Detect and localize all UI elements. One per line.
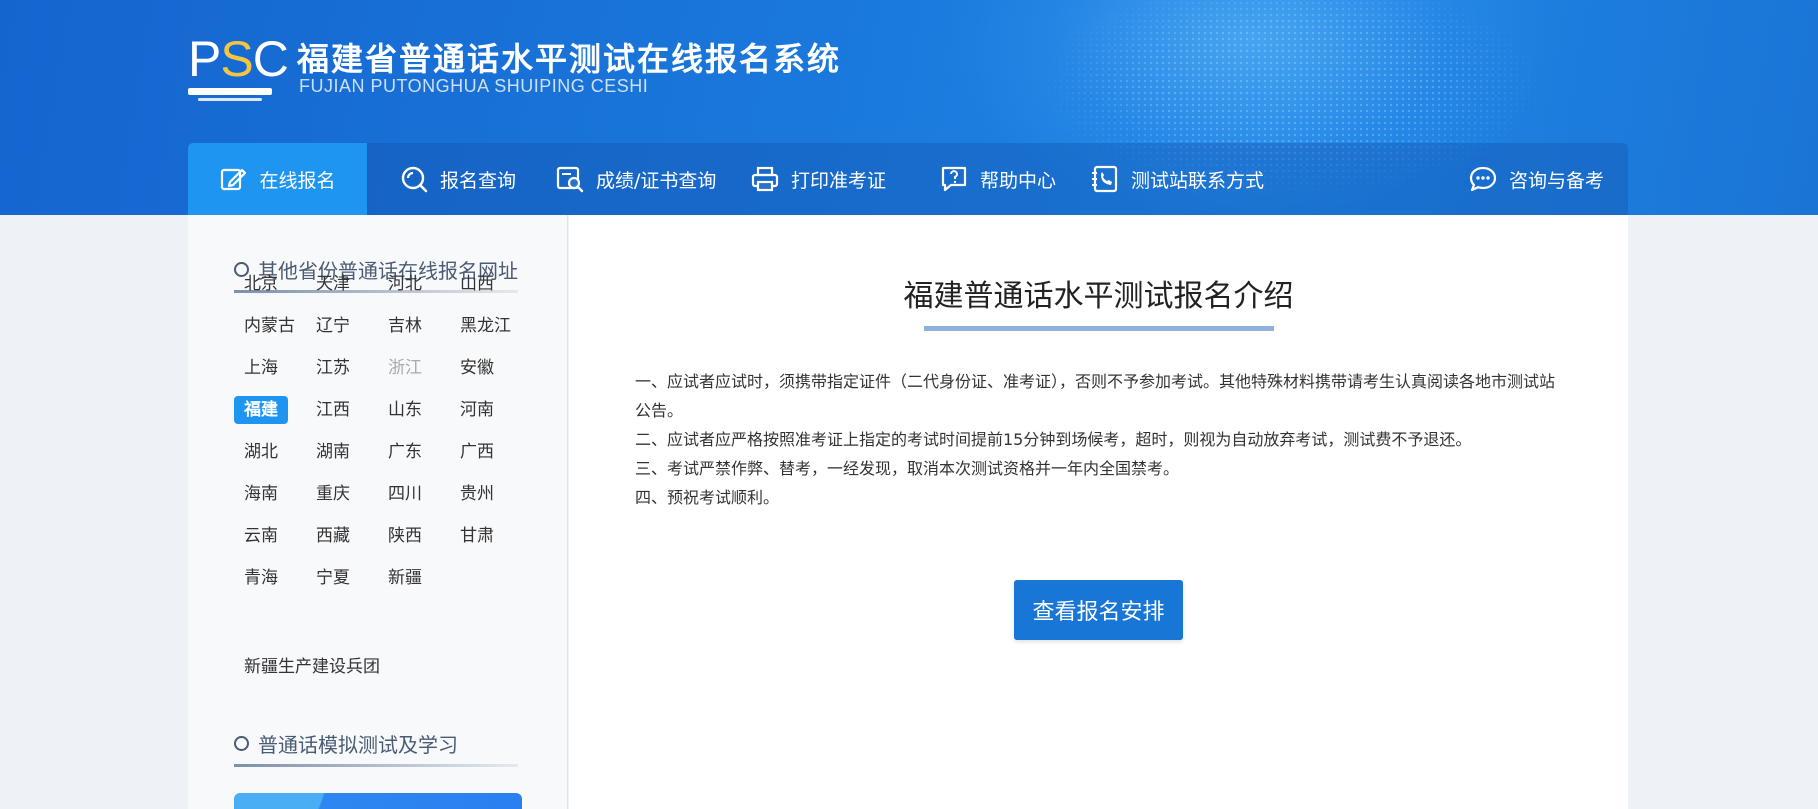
section-divider [234, 764, 518, 767]
nav-help-center[interactable]: 帮助中心 [940, 143, 1056, 215]
province-link[interactable]: 广东 [378, 438, 432, 466]
printer-icon [751, 165, 779, 193]
province-link[interactable]: 辽宁 [306, 312, 360, 340]
notice-item: 四、预祝考试顺利。 [635, 488, 780, 507]
nav-label: 打印准考证 [791, 169, 887, 192]
province-link[interactable]: 云南 [234, 522, 288, 550]
page-title: 福建普通话水平测试报名介绍 [903, 279, 1294, 314]
province-link[interactable]: 青海 [234, 564, 288, 592]
logo-book-bar-small [198, 98, 262, 101]
logo-book-bar [188, 88, 272, 95]
nav-online-registration[interactable]: 在线报名 [188, 143, 367, 215]
province-link[interactable]: 河北 [378, 270, 432, 298]
title-underline [924, 326, 1274, 331]
nav-print-admission-ticket[interactable]: 打印准考证 [751, 143, 886, 215]
province-link[interactable]: 新疆 [378, 564, 432, 592]
nav-label: 报名查询 [440, 169, 517, 192]
province-link[interactable]: 贵州 [450, 480, 504, 508]
province-link[interactable]: 上海 [234, 354, 288, 382]
section-title: 普通话模拟测试及学习 [258, 733, 458, 757]
sidebar: 其他省份普通话在线报名网址 北京 天津 河北 山西 内蒙古 辽宁 吉林 黑龙江 上海 江苏 浙江 安徽… [188, 215, 568, 809]
main-nav: 在线报名 报名查询 成绩/证书查询 打印准考证 帮助中心 测试站联系方式 咨询与… [188, 143, 1628, 215]
edit-icon [219, 165, 247, 193]
nav-score-certificate-query[interactable]: 成绩/证书查询 [556, 143, 716, 215]
province-link[interactable]: 江西 [306, 396, 360, 424]
province-link[interactable]: 江苏 [306, 354, 360, 382]
search-icon [400, 165, 428, 193]
nav-label: 测试站联系方式 [1131, 169, 1265, 192]
view-schedule-button[interactable]: 查看报名安排 [1014, 580, 1183, 640]
psc-logo[interactable]: PSC [188, 31, 289, 101]
certificate-search-icon [556, 165, 584, 193]
notice-list: 一、应试者应试时，须携带指定证件（二代身份证、准考证），否则不予参加考试。其他特… [635, 367, 1565, 512]
province-link[interactable]: 福建 [234, 396, 288, 424]
province-link[interactable]: 天津 [306, 270, 360, 298]
nav-label: 在线报名 [259, 169, 336, 192]
province-link[interactable]: 浙江 [378, 354, 432, 382]
nav-label: 咨询与备考 [1509, 169, 1605, 192]
province-link[interactable]: 山东 [378, 396, 432, 424]
circle-bullet-icon [234, 736, 249, 751]
section-heading-mock-test: 普通话模拟测试及学习 [234, 729, 458, 758]
province-link[interactable]: 北京 [234, 270, 288, 298]
province-link[interactable]: 黑龙江 [450, 312, 521, 340]
province-link[interactable]: 西藏 [306, 522, 360, 550]
province-link[interactable]: 宁夏 [306, 564, 360, 592]
nav-consult-prep[interactable]: 咨询与备考 [1469, 143, 1604, 215]
phone-book-icon [1091, 165, 1119, 193]
province-link[interactable]: 四川 [378, 480, 432, 508]
province-link[interactable]: 山西 [450, 270, 504, 298]
province-link[interactable]: 重庆 [306, 480, 360, 508]
site-header: PSC 福建省普通话水平测试在线报名系统 FUJIAN PUTONGHUA SH… [0, 0, 1818, 215]
nav-station-contacts[interactable]: 测试站联系方式 [1091, 143, 1264, 215]
nav-label: 成绩/证书查询 [596, 169, 717, 192]
province-link-xinjiang-corps[interactable]: 新疆生产建设兵团 [234, 653, 390, 681]
province-link[interactable]: 广西 [450, 438, 504, 466]
chat-icon [1469, 165, 1497, 193]
mock-test-banner[interactable] [234, 793, 522, 809]
province-link[interactable]: 河南 [450, 396, 504, 424]
notice-item: 一、应试者应试时，须携带指定证件（二代身份证、准考证），否则不予参加考试。其他特… [635, 372, 1556, 420]
province-link[interactable]: 湖北 [234, 438, 288, 466]
province-link[interactable]: 甘肃 [450, 522, 504, 550]
logo-text: PSC [188, 31, 289, 87]
notice-item: 二、应试者应严格按照准考证上指定的考试时间提前15分钟到场候考，超时，则视为自动… [635, 430, 1472, 449]
main-content: 福建普通话水平测试报名介绍 一、应试者应试时，须携带指定证件（二代身份证、准考证… [569, 215, 1628, 809]
province-link[interactable]: 海南 [234, 480, 288, 508]
province-link[interactable]: 湖南 [306, 438, 360, 466]
nav-registration-query[interactable]: 报名查询 [400, 143, 516, 215]
province-link[interactable]: 陕西 [378, 522, 432, 550]
province-link[interactable]: 吉林 [378, 312, 432, 340]
help-icon [940, 165, 968, 193]
province-link[interactable]: 内蒙古 [234, 312, 305, 340]
notice-item: 三、考试严禁作弊、替考，一经发现，取消本次测试资格并一年内全国禁考。 [635, 459, 1180, 478]
province-link[interactable]: 安徽 [450, 354, 504, 382]
site-subtitle: FUJIAN PUTONGHUA SHUIPING CESHI [299, 76, 649, 96]
nav-label: 帮助中心 [980, 169, 1057, 192]
site-title: 福建省普通话水平测试在线报名系统 [297, 40, 842, 78]
